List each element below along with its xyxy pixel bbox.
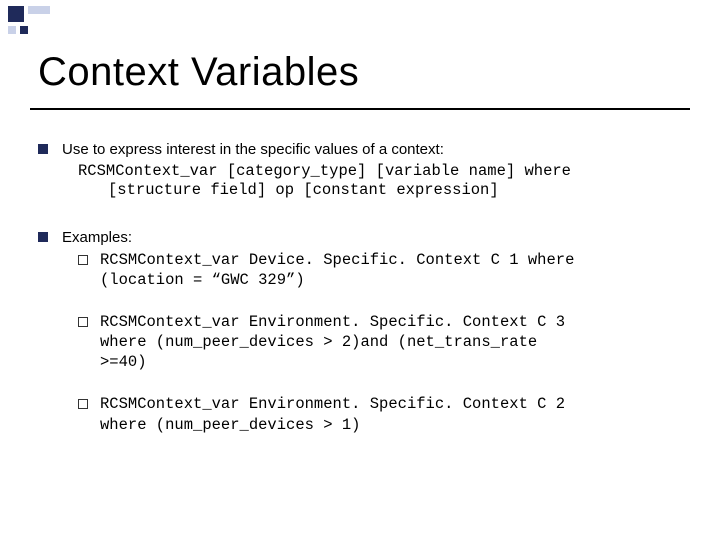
example-item: RCSMContext_var Environment. Specific. C… bbox=[78, 394, 690, 434]
slide-content: Use to express interest in the specific … bbox=[38, 140, 690, 463]
slide-corner-decoration bbox=[0, 0, 70, 40]
example-line: RCSMContext_var Environment. Specific. C… bbox=[100, 312, 565, 332]
example-line: where (num_peer_devices > 1) bbox=[100, 415, 565, 435]
example-line: >=40) bbox=[100, 352, 565, 372]
syntax-line-1: RCSMContext_var [category_type] [variabl… bbox=[78, 162, 690, 181]
syntax-line-2: [structure field] op [constant expressio… bbox=[108, 181, 690, 200]
bullet-item-1: Use to express interest in the specific … bbox=[38, 140, 690, 200]
example-item: RCSMContext_var Device. Specific. Contex… bbox=[78, 250, 690, 290]
horizontal-rule bbox=[30, 108, 690, 110]
example-line: RCSMContext_var Device. Specific. Contex… bbox=[100, 250, 574, 270]
hollow-square-bullet-icon bbox=[78, 399, 88, 409]
square-bullet-icon bbox=[38, 232, 48, 242]
example-line: (location = “GWC 329”) bbox=[100, 270, 574, 290]
hollow-square-bullet-icon bbox=[78, 317, 88, 327]
bullet-item-2: Examples: RCSMContext_var Device. Specif… bbox=[38, 228, 690, 434]
hollow-square-bullet-icon bbox=[78, 255, 88, 265]
example-item: RCSMContext_var Environment. Specific. C… bbox=[78, 312, 690, 372]
example-line: RCSMContext_var Environment. Specific. C… bbox=[100, 394, 565, 414]
bullet-2-lead: Examples: bbox=[62, 228, 132, 248]
example-text: RCSMContext_var Environment. Specific. C… bbox=[100, 312, 565, 372]
example-text: RCSMContext_var Environment. Specific. C… bbox=[100, 394, 565, 434]
bullet-1-lead: Use to express interest in the specific … bbox=[62, 140, 444, 160]
square-bullet-icon bbox=[38, 144, 48, 154]
example-text: RCSMContext_var Device. Specific. Contex… bbox=[100, 250, 574, 290]
slide-title: Context Variables bbox=[38, 50, 359, 95]
examples-list: RCSMContext_var Device. Specific. Contex… bbox=[78, 250, 690, 435]
example-line: where (num_peer_devices > 2)and (net_tra… bbox=[100, 332, 565, 352]
